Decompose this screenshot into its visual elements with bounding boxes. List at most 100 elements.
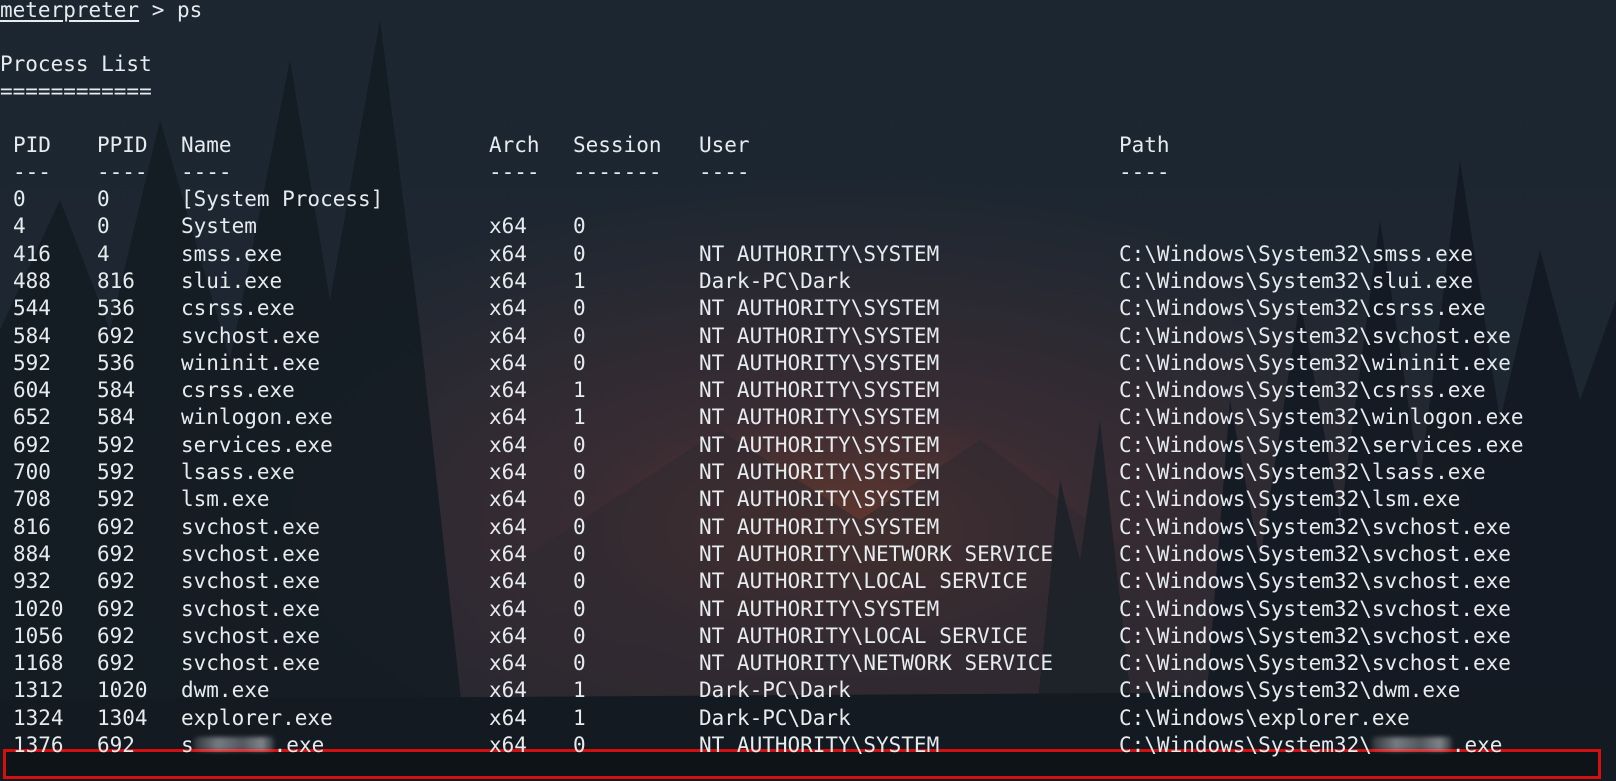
cell-arch: x64 xyxy=(489,214,527,239)
cell-ppid: 584 xyxy=(97,378,135,403)
cell-ppid: 592 xyxy=(97,432,135,457)
cell-arch: x64 xyxy=(489,460,527,484)
column-header-path: Path xyxy=(1119,133,1170,157)
cell-name: csrss.exe xyxy=(181,378,295,403)
cell-user: NT AUTHORITY\SYSTEM xyxy=(699,296,940,321)
cell-session: 0 xyxy=(573,596,586,621)
cell-user: NT AUTHORITY\SYSTEM xyxy=(699,350,940,375)
cell-pid: 884 xyxy=(13,541,51,566)
cell-ppid: 0 xyxy=(97,214,110,239)
cell-name: dwm.exe xyxy=(181,678,270,703)
table-separator: --- ---- ---- ---- ------- ---- ---- xyxy=(13,160,1170,184)
cell-session: 0 xyxy=(573,323,586,348)
cell-name: explorer.exe xyxy=(181,705,333,730)
cell-user: NT AUTHORITY\LOCAL SERVICE xyxy=(699,623,1028,648)
cell-name: svchost.exe xyxy=(181,323,321,348)
cell-ppid: 592 xyxy=(97,460,135,484)
cell-ppid: 1020 xyxy=(97,678,148,703)
cell-path: C:\Windows\System32\slui.exe xyxy=(1119,268,1474,293)
cell-path: C:\Windows\System32\svchost.exe xyxy=(1119,623,1511,648)
cell-arch: x64 xyxy=(489,487,527,512)
cell-path: C:\Windows\System32\lsm.exe xyxy=(1119,487,1461,512)
cell-pid: 4 xyxy=(13,214,26,239)
cell-pid: 692 xyxy=(13,432,51,457)
cell-ppid: 816 xyxy=(97,268,135,293)
cell-path: C:\Windows\System32\smss.exe xyxy=(1119,241,1474,266)
cell-session: 0 xyxy=(573,733,586,757)
terminal-window[interactable]: meterpreter > ps Process List ==========… xyxy=(0,0,1616,781)
cell-pid: 544 xyxy=(13,296,51,321)
cell-arch: x64 xyxy=(489,705,527,730)
heading-underline: ============ xyxy=(0,79,152,103)
cell-pid: 1376 xyxy=(13,733,64,757)
cell-arch: x64 xyxy=(489,623,527,648)
column-header-pid: PID xyxy=(13,133,51,157)
cell-name: s .exe xyxy=(181,733,325,757)
highlighted-process-row: 1376 692 s .exe x64 0 NT AUTHORITY\SYSTEM… xyxy=(0,731,1502,759)
cell-pid: 604 xyxy=(13,378,51,403)
cell-name: services.exe xyxy=(181,432,333,457)
prompt-command: ps xyxy=(177,0,203,22)
cell-session: 1 xyxy=(573,678,586,703)
cell-user: NT AUTHORITY\SYSTEM xyxy=(699,378,940,403)
cell-session: 0 xyxy=(573,569,586,594)
cell-pid: 1168 xyxy=(13,651,64,676)
table-header: PID PPID Name Arch Session User Path xyxy=(0,131,1170,159)
cell-ppid: 692 xyxy=(97,514,135,539)
cell-name: wininit.exe xyxy=(181,350,321,375)
heading-title: Process List xyxy=(0,52,152,76)
cell-arch: x64 xyxy=(489,733,527,757)
cell-name: svchost.exe xyxy=(181,623,321,648)
cell-session: 1 xyxy=(573,268,586,293)
cell-pid: 816 xyxy=(13,514,51,539)
cell-name: slui.exe xyxy=(181,268,283,293)
cell-arch: x64 xyxy=(489,432,527,457)
cell-path: C:\Windows\System32\csrss.exe xyxy=(1119,378,1486,403)
cell-ppid: 692 xyxy=(97,651,135,676)
cell-pid: 488 xyxy=(13,268,51,293)
cell-ppid: 692 xyxy=(97,623,135,648)
cell-arch: x64 xyxy=(489,350,527,375)
cell-user: NT AUTHORITY\NETWORK SERVICE xyxy=(699,651,1054,676)
cell-arch: x64 xyxy=(489,241,527,266)
cell-ppid: 592 xyxy=(97,487,135,512)
column-header-arch: Arch xyxy=(489,133,540,157)
cell-name: System xyxy=(181,214,257,239)
cell-path: C:\Windows\System32\svchost.exe xyxy=(1119,596,1511,621)
cell-user: NT AUTHORITY\SYSTEM xyxy=(699,405,940,430)
cell-path: C:\Windows\explorer.exe xyxy=(1119,705,1410,730)
cell-session: 0 xyxy=(573,460,586,484)
cell-path: C:\Windows\System32\svchost.exe xyxy=(1119,514,1511,539)
cell-ppid: 692 xyxy=(97,733,135,757)
cell-arch: x64 xyxy=(489,405,527,430)
column-header-ppid: PPID xyxy=(97,133,148,157)
cell-path: C:\Windows\System32\dwm.exe xyxy=(1119,678,1461,703)
cell-name: [System Process] xyxy=(181,187,384,211)
cell-arch: x64 xyxy=(489,569,527,594)
cell-session: 1 xyxy=(573,705,586,730)
cell-session: 0 xyxy=(573,487,586,512)
cell-pid: 0 xyxy=(13,187,26,211)
cell-pid: 1324 xyxy=(13,705,64,730)
cell-name: winlogon.exe xyxy=(181,405,333,430)
cell-session: 0 xyxy=(573,541,586,566)
cell-user: NT AUTHORITY\NETWORK SERVICE xyxy=(699,541,1054,566)
cell-session: 0 xyxy=(573,214,586,239)
cell-arch: x64 xyxy=(489,651,527,676)
cell-path: C:\Windows\System32\ .exe xyxy=(1119,733,1503,757)
cell-pid: 416 xyxy=(13,241,51,266)
cell-arch: x64 xyxy=(489,296,527,321)
cell-session: 0 xyxy=(573,296,586,321)
column-header-session: Session xyxy=(573,133,662,157)
cell-session: 0 xyxy=(573,623,586,648)
cell-path: C:\Windows\System32\svchost.exe xyxy=(1119,569,1511,594)
cell-user: Dark-PC\Dark xyxy=(699,678,851,703)
cell-pid: 584 xyxy=(13,323,51,348)
cell-session: 1 xyxy=(573,378,586,403)
cell-session: 1 xyxy=(573,405,586,430)
cell-path: C:\Windows\System32\services.exe xyxy=(1119,432,1524,457)
cell-path: C:\Windows\System32\csrss.exe xyxy=(1119,296,1486,321)
cell-name: csrss.exe xyxy=(181,296,295,321)
cell-name: svchost.exe xyxy=(181,651,321,676)
cell-pid: 592 xyxy=(13,350,51,375)
